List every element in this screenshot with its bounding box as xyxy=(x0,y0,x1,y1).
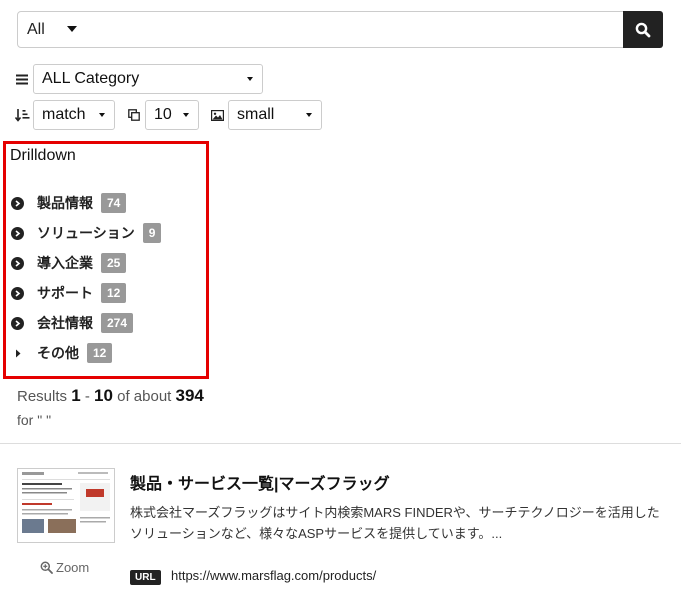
result-description: 株式会社マーズフラッグはサイト内検索MARS FINDERや、サーチテクノロジー… xyxy=(130,505,660,541)
results-total: 394 xyxy=(175,386,204,405)
drilldown-item-count: 274 xyxy=(101,313,134,333)
list-icon xyxy=(15,72,29,86)
results-of-about: of about xyxy=(117,388,172,405)
zoom-link[interactable]: Zoom xyxy=(40,560,89,575)
drilldown-item[interactable]: 製品情報 74 xyxy=(11,192,127,214)
search-button[interactable] xyxy=(623,11,663,48)
circle-chevron-right-icon xyxy=(11,196,24,210)
drilldown-item[interactable]: 会社情報 274 xyxy=(11,312,134,334)
search-input[interactable] xyxy=(85,11,624,48)
category-select-value: ALL Category xyxy=(42,70,140,87)
sort-select[interactable]: match xyxy=(33,100,115,130)
drilldown-item-label: 会社情報 xyxy=(37,315,93,331)
divider xyxy=(0,443,681,444)
thumb-size-select[interactable]: small xyxy=(228,100,322,130)
result-thumbnail[interactable] xyxy=(17,468,115,543)
zoom-label: Zoom xyxy=(56,560,90,575)
sort-select-value: match xyxy=(42,106,86,123)
scope-select-value: All xyxy=(27,20,45,38)
results-start: 1 xyxy=(71,386,81,405)
drilldown-item[interactable]: サポート 12 xyxy=(11,282,127,304)
results-summary: Results 1 - 10 of about 394 xyxy=(17,386,204,406)
result-title-link[interactable]: 製品・サービス一覧|マーズフラッグ xyxy=(130,470,390,494)
circle-chevron-right-icon xyxy=(11,256,24,270)
caret-right-icon xyxy=(11,349,24,358)
chevron-down-icon xyxy=(99,113,105,117)
chevron-down-icon xyxy=(247,77,253,81)
drilldown-item-count: 12 xyxy=(101,283,127,303)
results-prefix: Results xyxy=(17,388,68,405)
results-dash: - xyxy=(84,388,90,405)
results-end: 10 xyxy=(94,386,113,405)
drilldown-item-label: サポート xyxy=(37,285,93,301)
chevron-down-icon xyxy=(306,113,312,117)
image-icon xyxy=(210,108,225,122)
thumb-size-select-value: small xyxy=(237,106,275,123)
scope-select[interactable]: All xyxy=(17,11,86,48)
drilldown-item-count: 25 xyxy=(101,253,127,273)
results-query-echo: for " " xyxy=(17,412,52,428)
category-select[interactable]: ALL Category xyxy=(33,64,263,94)
drilldown-item-label: ソリューション xyxy=(37,225,135,241)
search-icon xyxy=(635,22,651,37)
copy-icon xyxy=(127,108,141,122)
drilldown-item[interactable]: 導入企業 25 xyxy=(11,252,127,274)
per-page-select[interactable]: 10 xyxy=(145,100,199,130)
result-url[interactable]: https://www.marsflag.com/products/ xyxy=(171,568,376,583)
chevron-down-icon xyxy=(67,26,77,32)
drilldown-item-count: 9 xyxy=(142,223,162,243)
drilldown-item[interactable]: その他 12 xyxy=(11,342,113,364)
circle-chevron-right-icon xyxy=(11,226,24,240)
drilldown-item[interactable]: ソリューション 9 xyxy=(11,222,162,244)
zoom-in-icon xyxy=(40,561,53,574)
drilldown-item-count: 12 xyxy=(87,343,113,363)
drilldown-item-label: 製品情報 xyxy=(37,195,93,211)
sort-icon xyxy=(14,107,30,123)
per-page-select-value: 10 xyxy=(154,106,172,123)
chevron-down-icon xyxy=(183,113,189,117)
drilldown-title: Drilldown xyxy=(10,147,76,164)
url-badge: URL xyxy=(130,570,161,585)
circle-chevron-right-icon xyxy=(11,316,24,330)
drilldown-item-count: 74 xyxy=(101,193,127,213)
page-preview-icon xyxy=(18,469,114,542)
drilldown-item-label: 導入企業 xyxy=(37,255,93,271)
drilldown-item-label: その他 xyxy=(37,345,79,361)
circle-chevron-right-icon xyxy=(11,286,24,300)
